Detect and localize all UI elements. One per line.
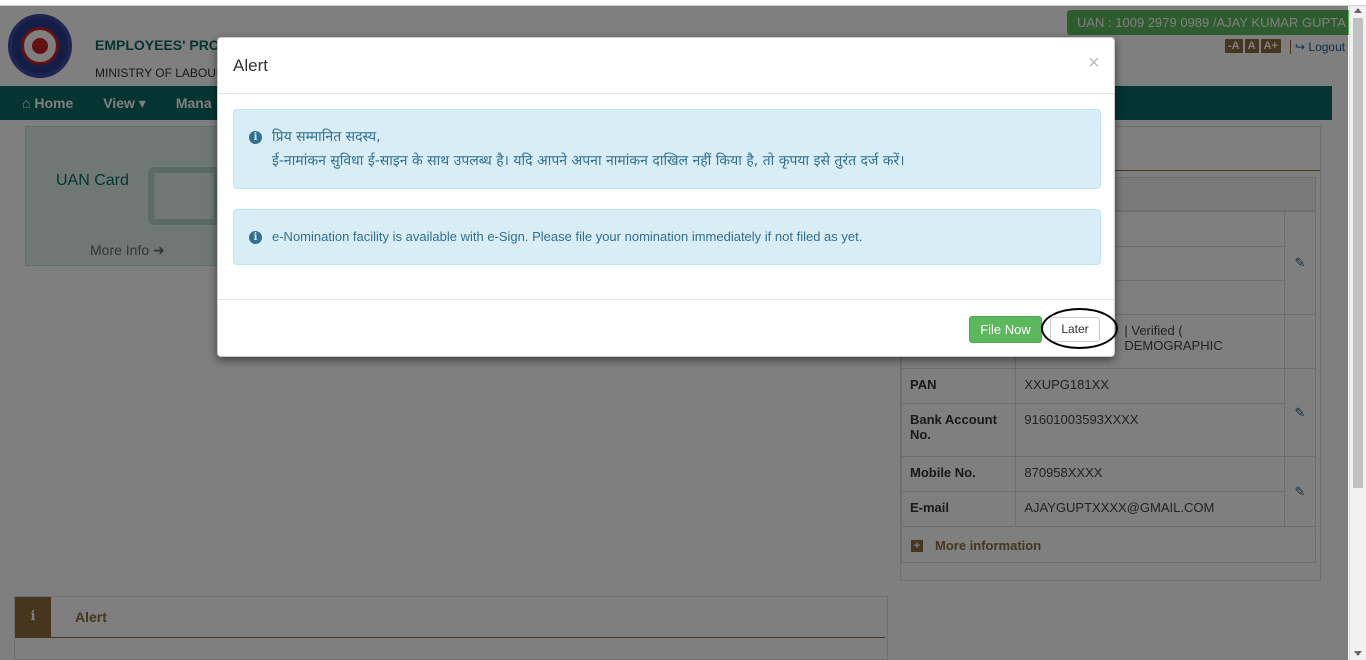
english-message: e-Nomination facility is available with … — [272, 229, 863, 244]
file-now-button[interactable]: File Now — [969, 316, 1042, 343]
info-icon: i — [249, 131, 262, 144]
scroll-down-icon[interactable] — [1354, 651, 1362, 656]
scrollbar-thumb[interactable] — [1353, 18, 1363, 488]
hindi-message: ई-नामांकन सुविधा ई-साइन के साथ उपलब्ध है… — [272, 153, 905, 169]
hindi-greeting: प्रिय सम्मानित सदस्य, — [272, 129, 381, 145]
page-scrollbar[interactable] — [1349, 6, 1366, 660]
close-icon[interactable]: × — [1088, 52, 1100, 75]
later-button[interactable]: Later — [1050, 317, 1100, 342]
alert-modal: Alert × i प्रिय सम्मानित सदस्य, ई-नामांक… — [217, 37, 1115, 357]
modal-title: Alert — [233, 56, 268, 75]
hindi-info-alert: i प्रिय सम्मानित सदस्य, ई-नामांकन सुविधा… — [233, 109, 1101, 189]
english-info-alert: i e-Nomination facility is available wit… — [233, 209, 1101, 265]
info-icon: i — [249, 231, 262, 244]
scroll-up-icon[interactable] — [1354, 8, 1362, 13]
